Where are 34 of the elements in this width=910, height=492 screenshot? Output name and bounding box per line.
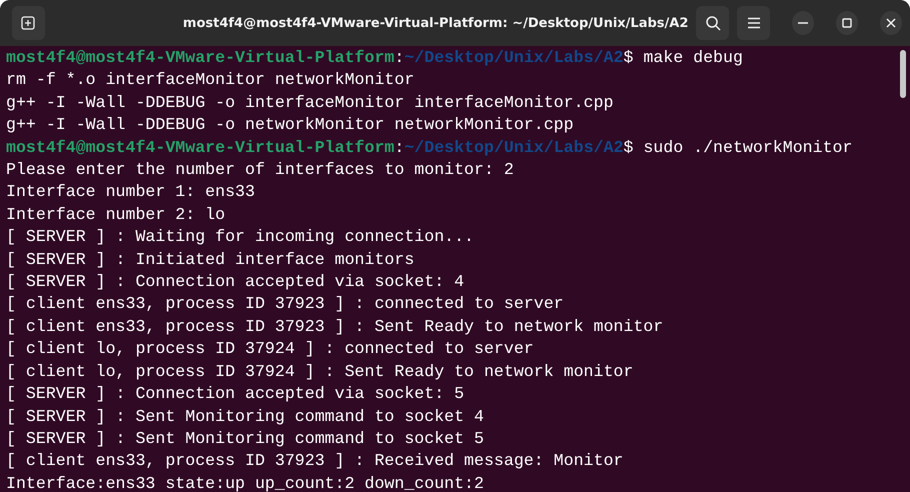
prompt-line: most4f4@most4f4-VMware-Virtual-Platform:~/Desktop/Unix/Labs/A2$ make debug [6,47,743,69]
output-line: [ client lo, process ID 37924 ] : connected to server [6,338,534,360]
output-line: [ SERVER ] : Connection accepted via socket: 5 [6,383,464,406]
output-line: Interface:ens33 state:up up_count:2 down_count:2 [6,472,484,492]
output-line: [ SERVER ] : Sent Monitoring command to socket 4 [6,406,484,428]
window-title: most4f4@most4f4-VMware-Virtual-Platform: ~/Desktop/Unix/Labs/A2 [182,16,688,30]
search-button[interactable] [696,6,730,40]
output-line: Please enter the number of interfaces to monitor: 2 [6,159,514,182]
new-tab-icon [21,16,36,30]
output-line: [ SERVER ] : Sent Monitoring command to socket 5 [6,428,484,450]
menu-button[interactable] [737,6,770,40]
output-line: rm -f *.o interfaceMonitor networkMonitor [6,69,414,92]
output-line: g++ -I -Wall -DDEBUG -o interfaceMonitor interfaceMonitor.cpp [6,92,614,114]
output-line: [ SERVER ] : Connection accepted via socket: 4 [6,271,464,294]
output-line: Interface number 1: ens33 [6,181,255,204]
scrollbar-thumb[interactable] [900,50,906,98]
menu-icon [746,17,761,29]
new-tab-button[interactable] [12,6,45,40]
minimize-button[interactable] [792,11,814,35]
search-icon [704,15,721,31]
output-line: [ SERVER ] : Initiated interface monitors [6,248,414,271]
close-button[interactable] [880,11,902,35]
prompt-line: most4f4@most4f4-VMware-Virtual-Platform:~/Desktop/Unix/Labs/A2$ sudo ./networkMonitor [6,136,852,159]
output-line: Interface number 2: lo [6,204,226,226]
output-line: g++ -I -Wall -DDEBUG -o networkMonitor networkMonitor.cpp [6,114,574,136]
output-line: [ client ens33, process ID 37923 ] : connected to server [6,293,564,316]
output-line: [ client lo, process ID 37924 ] : Sent Ready to network monitor [6,360,634,383]
minimize-icon [798,22,808,24]
maximize-button[interactable] [836,11,858,35]
output-line: [ client ens33, process ID 37923 ] : Received message: Monitor [6,450,624,472]
output-line: [ client ens33, process ID 37923 ] : Sent Ready to network monitor [6,316,664,338]
close-icon [886,18,896,28]
maximize-icon [842,18,852,28]
output-line: [ SERVER ] : Waiting for incoming connection... [6,226,474,248]
